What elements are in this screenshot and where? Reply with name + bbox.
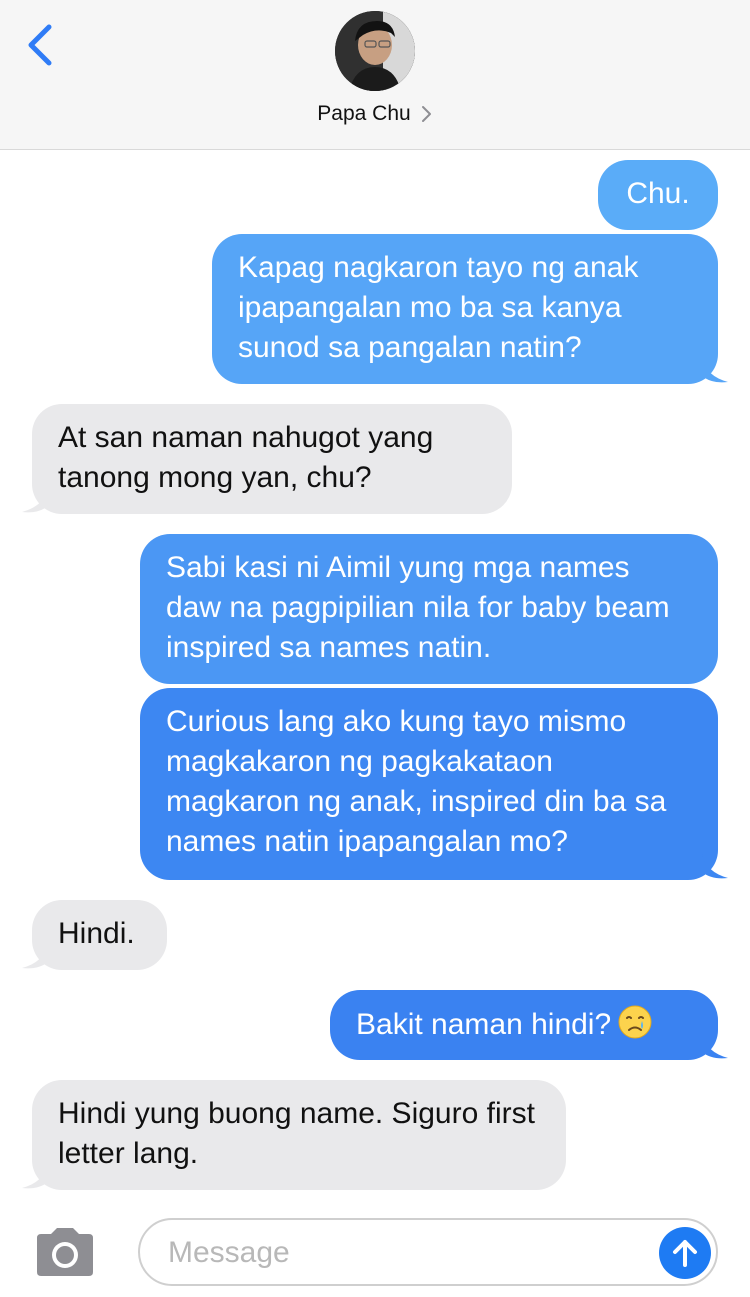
- message-text: Sabi kasi ni Aimil yung mga names daw na…: [166, 551, 670, 664]
- message-input[interactable]: [168, 1230, 648, 1276]
- bubble-tail: [22, 488, 48, 513]
- chevron-left-icon: [28, 24, 52, 66]
- bubble-tail: [22, 1164, 48, 1189]
- received-message[interactable]: Hindi.: [22, 900, 167, 970]
- bubble-tail: [22, 944, 48, 969]
- back-button[interactable]: [18, 22, 62, 68]
- conversation-header: Papa Chu: [0, 0, 750, 150]
- camera-button[interactable]: [33, 1226, 97, 1278]
- chevron-right-icon: [421, 106, 431, 122]
- message-text: Kapag nagkaron tayo ng anak ipapangalan …: [238, 251, 639, 364]
- bubble-tail: [702, 1034, 728, 1059]
- arrow-up-icon: [673, 1240, 697, 1267]
- message-input-container[interactable]: [138, 1218, 718, 1286]
- message-text: Hindi.: [58, 917, 135, 950]
- sent-message[interactable]: Bakit naman hindi?: [330, 990, 728, 1060]
- message-text: Bakit naman hindi?: [356, 1008, 612, 1041]
- crying-face-icon: [618, 1005, 652, 1039]
- message-text: Chu.: [626, 177, 690, 210]
- sent-message[interactable]: Curious lang ako kung tayo mismo magkaka…: [140, 688, 728, 880]
- camera-icon: [37, 1228, 93, 1276]
- contact-details-link[interactable]: Papa Chu: [0, 102, 750, 126]
- sent-message[interactable]: Chu.: [598, 160, 718, 230]
- message-text: At san naman nahugot yang tanong mong ya…: [58, 421, 434, 494]
- contact-name: Papa Chu: [317, 102, 411, 125]
- message-text: Curious lang ako kung tayo mismo magkaka…: [166, 705, 667, 858]
- received-message[interactable]: At san naman nahugot yang tanong mong ya…: [22, 404, 512, 514]
- send-button[interactable]: [659, 1227, 711, 1279]
- contact-photo: [335, 11, 415, 91]
- message-text: Hindi yung buong name. Siguro first lett…: [58, 1097, 535, 1170]
- bubble-tail: [702, 358, 728, 383]
- avatar[interactable]: [335, 11, 415, 91]
- sent-message[interactable]: Kapag nagkaron tayo ng anak ipapangalan …: [212, 234, 728, 384]
- sent-message[interactable]: Sabi kasi ni Aimil yung mga names daw na…: [140, 534, 718, 684]
- received-message[interactable]: Hindi yung buong name. Siguro first lett…: [22, 1080, 566, 1190]
- bubble-tail: [702, 854, 728, 879]
